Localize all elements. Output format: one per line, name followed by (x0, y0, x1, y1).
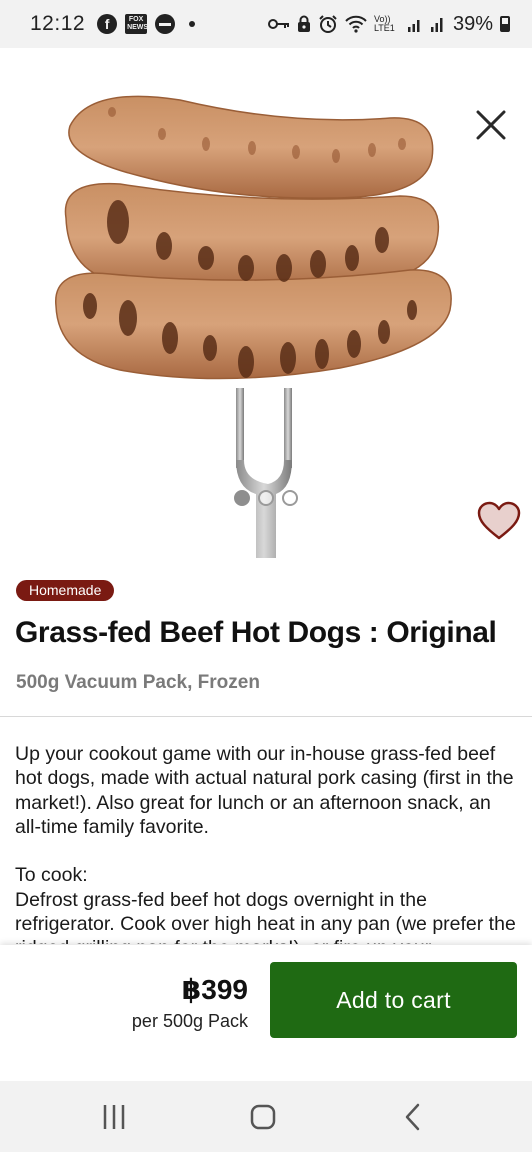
signal-icon (407, 20, 420, 32)
fox-news-label: FOX NEWS (127, 16, 149, 31)
pager-dot[interactable] (258, 490, 274, 506)
fox-news-icon: FOX NEWS (125, 14, 149, 34)
system-nav-bar (0, 1081, 532, 1152)
notification-dot-icon (189, 21, 196, 27)
recent-apps-icon (103, 1105, 125, 1129)
back-icon (405, 1103, 420, 1131)
status-bar: 12:12 f FOX NEWS Vo)) LTE1 39% (0, 0, 532, 48)
product-title: Grass-fed Beef Hot Dogs : Original (15, 616, 497, 649)
alarm-icon (319, 15, 337, 33)
heart-icon (477, 501, 521, 540)
pager-dot[interactable] (282, 490, 298, 506)
battery-percent: 39% (452, 12, 493, 35)
favorite-button[interactable] (476, 500, 522, 542)
product-description: Up your cookout game with our in-house g… (15, 743, 516, 944)
close-button[interactable] (472, 106, 510, 144)
status-time: 12:12 (30, 12, 86, 35)
home-button[interactable] (243, 1101, 283, 1133)
do-not-disturb-icon (155, 14, 176, 34)
product-badge: Homemade (16, 580, 115, 601)
recent-apps-button[interactable] (94, 1101, 134, 1133)
product-price: ฿399 (181, 974, 248, 1005)
lock-icon (297, 15, 310, 32)
price-unit: per 500g Pack (131, 1011, 248, 1031)
image-pager (0, 490, 532, 506)
pager-dot[interactable] (234, 490, 250, 506)
facebook-icon: f (97, 14, 118, 34)
volte-label: Vo)) LTE1 (373, 14, 395, 33)
vpn-key-icon (267, 19, 289, 29)
divider (0, 716, 532, 717)
status-left: 12:12 f FOX NEWS (30, 12, 196, 36)
battery-icon (500, 16, 510, 32)
back-button[interactable] (392, 1101, 432, 1133)
signal-icon-2 (430, 18, 443, 32)
wifi-icon (345, 15, 367, 33)
grass-fed-beef-hot-dogs-photo (55, 95, 452, 558)
product-subtitle: 500g Vacuum Pack, Frozen (16, 672, 260, 693)
product-image[interactable] (0, 48, 532, 558)
close-icon (476, 110, 506, 140)
home-icon (250, 1104, 276, 1130)
status-right: Vo)) LTE1 39% (267, 12, 510, 36)
purchase-bar: ฿399 per 500g Pack Add to cart (0, 945, 532, 1081)
add-to-cart-button[interactable]: Add to cart (270, 962, 517, 1038)
